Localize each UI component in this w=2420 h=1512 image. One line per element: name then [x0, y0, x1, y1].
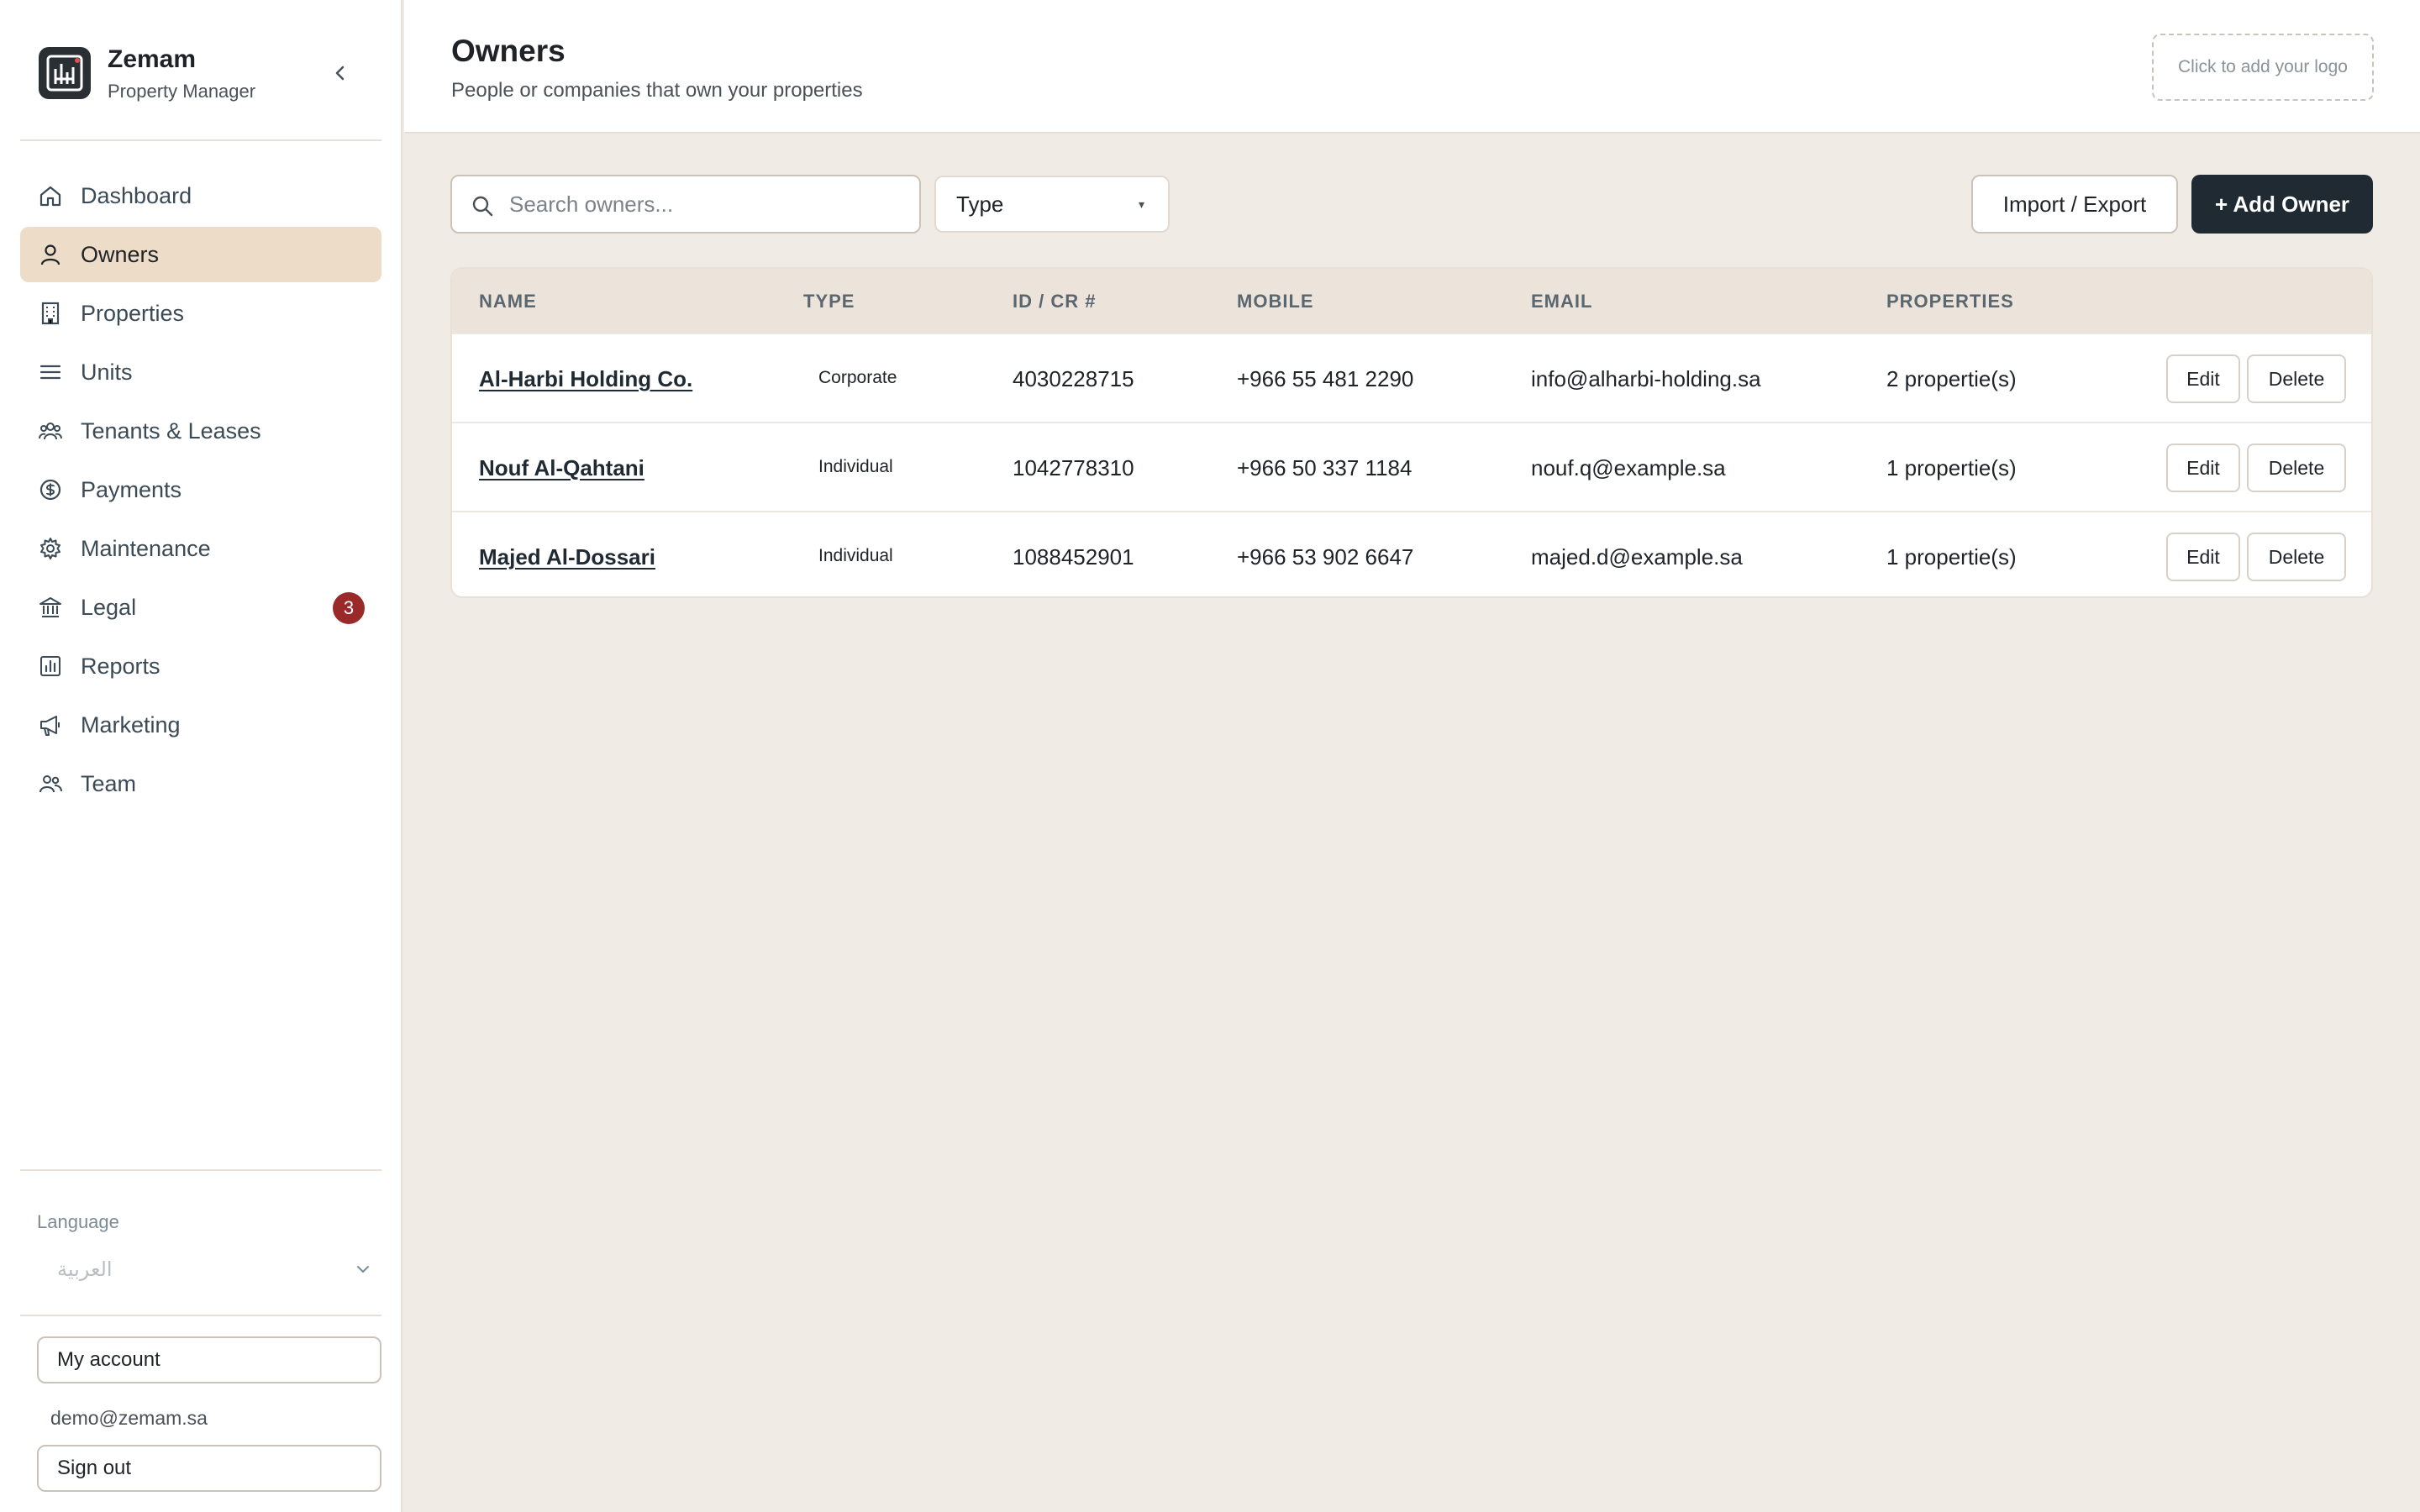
type-filter-select[interactable]: Type ▾	[934, 176, 1170, 233]
gear-icon	[37, 535, 64, 562]
list-icon	[37, 359, 64, 386]
sidebar-item-reports[interactable]: Reports	[20, 638, 381, 694]
collapse-sidebar-button[interactable]	[328, 60, 353, 86]
delete-button[interactable]: Delete	[2247, 533, 2346, 581]
owner-name-link[interactable]: Majed Al-Dossari	[479, 544, 655, 570]
caret-down-icon: ▾	[1138, 197, 1144, 211]
chart-icon	[37, 653, 64, 680]
user-email: demo@zemam.sa	[50, 1407, 208, 1429]
table-header: NAME TYPE ID / CR # MOBILE EMAIL PROPERT…	[452, 269, 2371, 333]
app-subtitle: Property Manager	[108, 81, 256, 102]
language-value: العربية	[57, 1257, 113, 1281]
user-icon	[37, 241, 64, 268]
language-label: Language	[37, 1211, 119, 1232]
app-logo-icon	[39, 47, 91, 99]
legal-count-badge: 3	[333, 592, 365, 624]
page-header: Owners People or companies that own your…	[404, 0, 2420, 134]
sidebar-item-label: Payments	[81, 476, 182, 502]
search-input[interactable]	[509, 176, 904, 232]
search-box	[450, 175, 921, 234]
owner-email: nouf.q@example.sa	[1531, 455, 1726, 480]
sidebar-item-dashboard[interactable]: Dashboard	[20, 168, 381, 223]
team-icon	[37, 770, 64, 797]
sidebar-item-label: Team	[81, 770, 137, 796]
add-logo-button[interactable]: Click to add your logo	[2152, 34, 2374, 101]
owner-type: Individual	[818, 546, 893, 565]
sidebar-item-label: Legal	[81, 594, 137, 620]
sidebar-item-tenants-leases[interactable]: Tenants & Leases	[20, 403, 381, 459]
edit-button[interactable]: Edit	[2166, 444, 2240, 492]
column-header-properties: PROPERTIES	[1886, 291, 2014, 312]
megaphone-icon	[37, 711, 64, 738]
sidebar-item-label: Properties	[81, 300, 185, 326]
owner-name-link[interactable]: Al-Harbi Holding Co.	[479, 366, 692, 392]
edit-button[interactable]: Edit	[2166, 354, 2240, 403]
language-select[interactable]: العربية	[37, 1250, 381, 1289]
sidebar-item-owners[interactable]: Owners	[20, 227, 381, 282]
column-header-mobile: MOBILE	[1237, 291, 1314, 312]
owners-table: NAME TYPE ID / CR # MOBILE EMAIL PROPERT…	[450, 267, 2373, 598]
sidebar-item-legal[interactable]: Legal 3	[20, 580, 381, 635]
owner-properties: 1 propertie(s)	[1886, 544, 2017, 570]
sidebar-item-label: Reports	[81, 653, 160, 679]
owner-id: 1042778310	[1013, 455, 1134, 480]
dollar-circle-icon	[37, 476, 64, 503]
delete-button[interactable]: Delete	[2247, 354, 2346, 403]
sidebar-divider	[20, 1315, 381, 1316]
add-owner-button[interactable]: + Add Owner	[2191, 175, 2373, 234]
owner-mobile: +966 55 481 2290	[1237, 366, 1414, 391]
owner-mobile: +966 53 902 6647	[1237, 544, 1414, 570]
table-row: Majed Al-Dossari Individual 1088452901 +…	[452, 511, 2371, 596]
owner-properties: 1 propertie(s)	[1886, 455, 2017, 480]
bank-icon	[37, 594, 64, 621]
column-header-id: ID / CR #	[1013, 291, 1097, 312]
sidebar-item-label: Tenants & Leases	[81, 417, 261, 444]
search-icon	[472, 196, 493, 217]
owner-id: 1088452901	[1013, 544, 1134, 570]
building-icon	[37, 300, 64, 327]
sidebar: Zemam Property Manager Dashboard Owners …	[0, 0, 402, 1512]
owner-email: majed.d@example.sa	[1531, 544, 1743, 570]
column-header-name: NAME	[479, 291, 537, 312]
sidebar-item-marketing[interactable]: Marketing	[20, 697, 381, 753]
sidebar-item-label: Units	[81, 359, 133, 385]
chevron-left-icon	[335, 66, 345, 81]
app-name: Zemam	[108, 45, 197, 73]
table-row: Al-Harbi Holding Co. Corporate 403022871…	[452, 333, 2371, 422]
owner-properties: 2 propertie(s)	[1886, 366, 2017, 391]
sidebar-item-payments[interactable]: Payments	[20, 462, 381, 517]
import-export-button[interactable]: Import / Export	[1971, 175, 2178, 234]
brand: Zemam Property Manager	[39, 45, 375, 102]
my-account-button[interactable]: My account	[37, 1336, 381, 1383]
users-icon	[37, 417, 64, 444]
sidebar-item-label: Owners	[81, 241, 160, 267]
chevron-down-icon	[357, 1266, 369, 1273]
owner-type: Corporate	[818, 368, 897, 387]
owner-type: Individual	[818, 457, 893, 476]
sidebar-item-label: Marketing	[81, 711, 181, 738]
home-icon	[37, 182, 64, 209]
delete-button[interactable]: Delete	[2247, 444, 2346, 492]
column-header-type: TYPE	[803, 291, 855, 312]
sidebar-item-team[interactable]: Team	[20, 756, 381, 811]
sidebar-item-properties[interactable]: Properties	[20, 286, 381, 341]
owner-email: info@alharbi-holding.sa	[1531, 366, 1761, 391]
page-title: Owners	[451, 34, 566, 68]
sidebar-item-units[interactable]: Units	[20, 344, 381, 400]
sidebar-item-maintenance[interactable]: Maintenance	[20, 521, 381, 576]
sidebar-item-label: Maintenance	[81, 535, 211, 561]
owner-id: 4030228715	[1013, 366, 1134, 391]
sidebar-divider	[20, 1169, 381, 1171]
edit-button[interactable]: Edit	[2166, 533, 2240, 581]
sign-out-button[interactable]: Sign out	[37, 1445, 381, 1492]
sidebar-item-label: Dashboard	[81, 182, 192, 208]
table-row: Nouf Al-Qahtani Individual 1042778310 +9…	[452, 422, 2371, 511]
column-header-email: EMAIL	[1531, 291, 1593, 312]
owner-name-link[interactable]: Nouf Al-Qahtani	[479, 455, 644, 481]
page-subtitle: People or companies that own your proper…	[451, 79, 863, 102]
sidebar-nav: Dashboard Owners Properties Units Tenant…	[20, 168, 381, 815]
owner-mobile: +966 50 337 1184	[1237, 455, 1413, 480]
sidebar-divider	[20, 139, 381, 141]
type-filter-value: Type	[956, 191, 1004, 217]
